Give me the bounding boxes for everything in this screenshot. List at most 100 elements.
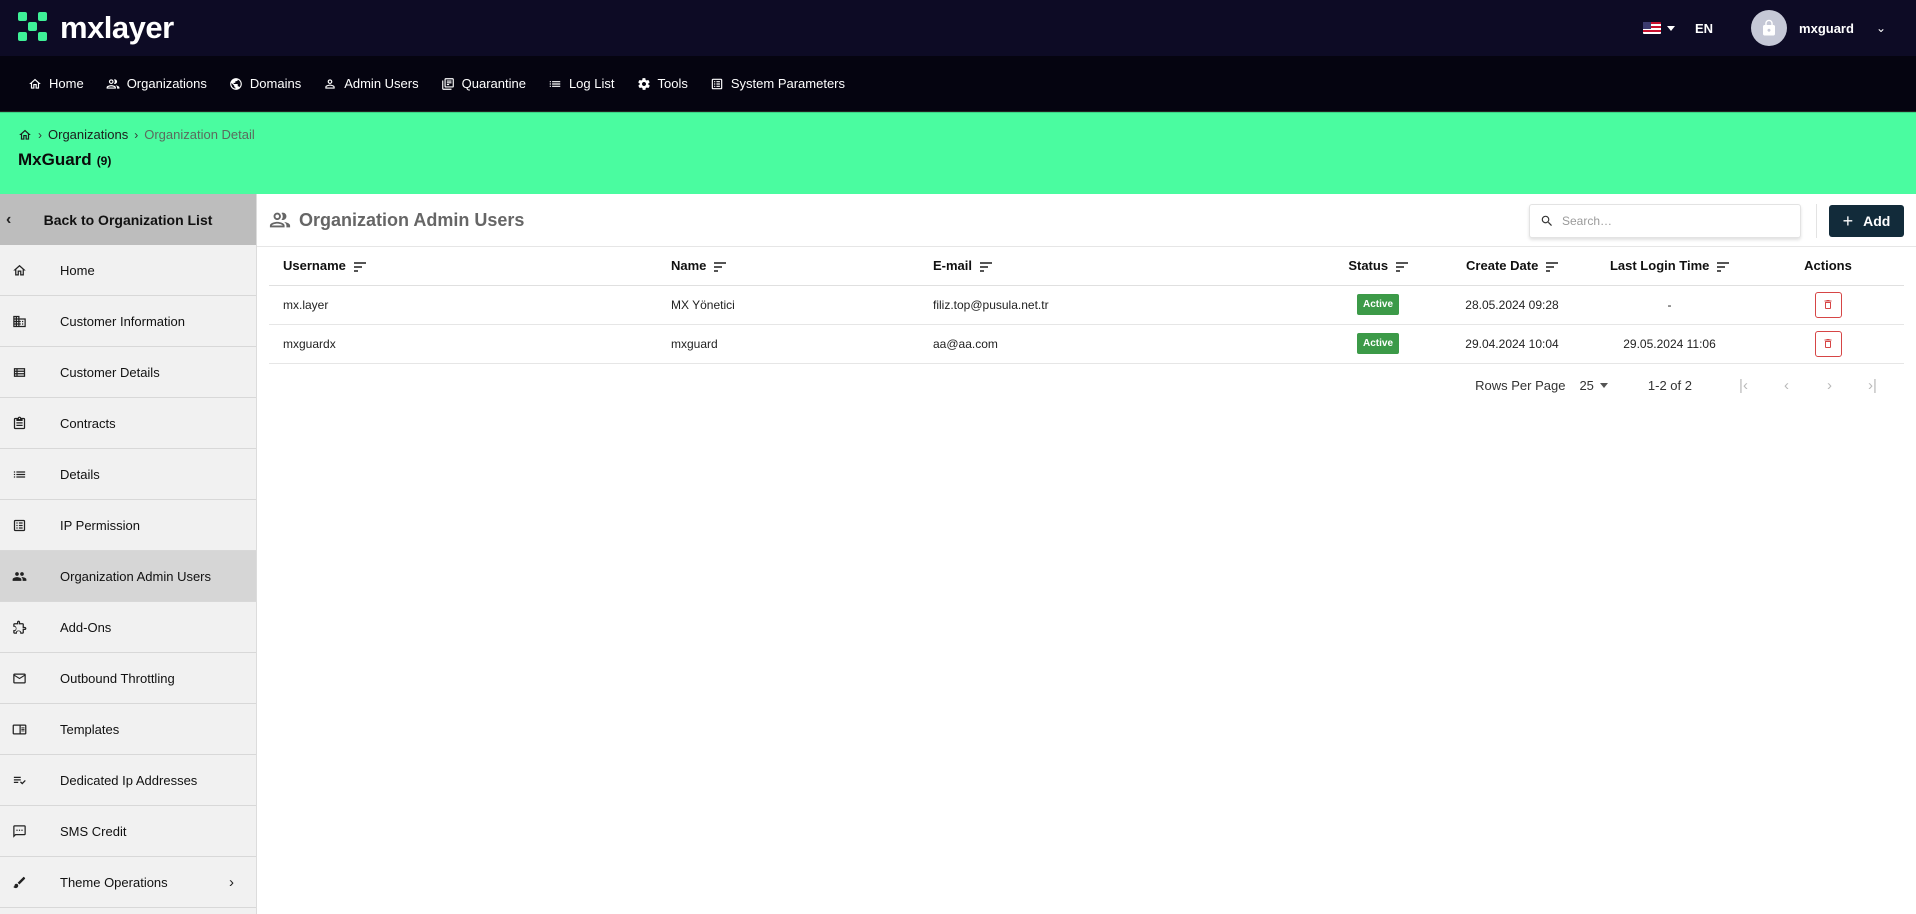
cell-email: aa@aa.com xyxy=(919,324,1319,364)
column-name[interactable]: Name xyxy=(657,247,919,286)
sidebar-item-label: Details xyxy=(60,466,100,482)
cell-actions xyxy=(1752,285,1904,325)
cell-name: MX Yönetici xyxy=(657,285,919,325)
nav-home[interactable]: Home xyxy=(28,76,84,91)
gear-icon xyxy=(637,77,650,90)
user-name[interactable]: mxguard xyxy=(1799,21,1854,36)
sidebar-item-theme-operations[interactable]: Theme Operations › xyxy=(0,857,256,908)
sidebar-item-label: Customer Information xyxy=(60,313,185,329)
sidebar-item-dedicated-ip-addresses[interactable]: Dedicated Ip Addresses xyxy=(0,755,256,806)
status-badge: Active xyxy=(1356,333,1399,354)
sidebar-item-label: Theme Operations xyxy=(60,874,168,890)
nav-admin-users[interactable]: Admin Users xyxy=(323,76,419,91)
cell-last-login: - xyxy=(1587,285,1752,325)
back-label: Back to Organization List xyxy=(43,211,213,228)
language-code: EN xyxy=(1694,20,1714,36)
nav-quarantine[interactable]: Quarantine xyxy=(441,76,526,91)
sort-icon xyxy=(353,262,366,272)
template-icon xyxy=(12,724,27,734)
column-last-login-time[interactable]: Last Login Time xyxy=(1587,247,1752,286)
us-flag-icon xyxy=(1642,22,1661,34)
search-field[interactable] xyxy=(1529,204,1801,238)
page-range: 1-2 of 2 xyxy=(1647,378,1692,393)
back-to-organization-list-button[interactable]: ‹ Back to Organization List xyxy=(0,194,256,245)
home-icon[interactable] xyxy=(18,128,32,142)
section-title-text: Organization Admin Users xyxy=(299,209,525,230)
column-username[interactable]: Username xyxy=(269,247,657,286)
sidebar-item-contracts[interactable]: Contracts xyxy=(0,398,256,449)
nav-domains[interactable]: Domains xyxy=(229,76,301,91)
search-input[interactable] xyxy=(1562,214,1762,228)
column-label: Last Login Time xyxy=(1609,258,1710,274)
column-label: Create Date xyxy=(1466,258,1539,274)
nav-label: System Parameters xyxy=(730,76,846,91)
page-title: MxGuard (9) xyxy=(18,150,1898,170)
sidebar-item-home[interactable]: Home xyxy=(0,245,256,296)
nav-organizations[interactable]: Organizations xyxy=(106,76,207,91)
previous-page-icon[interactable]: ‹ xyxy=(1765,377,1808,394)
globe-icon xyxy=(230,77,242,90)
nav-label: Tools xyxy=(657,76,688,91)
breadcrumb-current: Organization Detail xyxy=(144,127,255,142)
section-title: Organization Admin Users xyxy=(269,209,524,231)
cell-username: mxguardx xyxy=(269,324,657,364)
home-icon xyxy=(29,78,41,89)
column-label: E-mail xyxy=(933,258,973,274)
person-icon xyxy=(325,78,335,89)
column-label: Name xyxy=(671,258,707,274)
sidebar-item-templates[interactable]: Templates xyxy=(0,704,256,755)
mail-icon xyxy=(13,673,26,683)
chevron-down-icon[interactable]: ⌄ xyxy=(1876,21,1886,35)
cell-create-date: 28.05.2024 09:28 xyxy=(1437,285,1587,325)
sidebar-item-organization-admin-users[interactable]: Organization Admin Users xyxy=(0,551,256,602)
breadcrumb-organizations[interactable]: Organizations xyxy=(48,127,128,142)
sidebar-item-add-ons[interactable]: Add-Ons xyxy=(0,602,256,653)
sidebar-item-customer-information[interactable]: Customer Information xyxy=(0,296,256,347)
language-selector[interactable]: EN xyxy=(1642,20,1714,36)
column-email[interactable]: E-mail xyxy=(919,247,1319,286)
user-avatar[interactable] xyxy=(1751,10,1788,46)
page-header: › Organizations › Organization Detail Mx… xyxy=(0,112,1916,194)
delete-button[interactable] xyxy=(1814,330,1842,357)
nav-system-parameters[interactable]: System Parameters xyxy=(710,76,845,91)
nav-label: Quarantine xyxy=(461,76,526,91)
caret-down-icon xyxy=(1666,25,1675,31)
logo[interactable]: mxlayer xyxy=(18,10,174,46)
nav-tools[interactable]: Tools xyxy=(637,76,688,91)
sidebar-item-label: Customer Details xyxy=(60,364,160,380)
next-page-icon[interactable]: › xyxy=(1808,377,1851,394)
first-page-icon[interactable]: |‹ xyxy=(1722,377,1765,394)
rows-per-page-value: 25 xyxy=(1579,378,1594,393)
checklist-icon xyxy=(13,776,26,784)
chevron-right-icon: › xyxy=(229,873,234,891)
cell-email: filiz.top@pusula.net.tr xyxy=(919,285,1319,325)
sidebar-item-customer-details[interactable]: Customer Details xyxy=(0,347,256,398)
chevron-right-icon: › xyxy=(134,127,139,142)
sidebar-item-label: Contracts xyxy=(60,415,116,431)
sidebar-item-details[interactable]: Details xyxy=(0,449,256,500)
nav-log-list[interactable]: Log List xyxy=(548,76,615,91)
table-icon xyxy=(13,367,26,377)
column-status[interactable]: Status xyxy=(1319,247,1437,286)
sidebar-item-outbound-throttling[interactable]: Outbound Throttling xyxy=(0,653,256,704)
last-page-icon[interactable]: ›| xyxy=(1851,377,1894,394)
org-count: (9) xyxy=(96,154,112,168)
logo-text: mxlayer xyxy=(60,10,174,45)
cell-last-login: 29.05.2024 11:06 xyxy=(1587,324,1752,364)
delete-button[interactable] xyxy=(1814,291,1842,318)
cell-username: mx.layer xyxy=(269,285,657,325)
sort-icon xyxy=(714,262,727,272)
column-label: Username xyxy=(283,258,346,274)
people-icon xyxy=(106,78,120,89)
caret-down-icon xyxy=(1599,383,1608,388)
admin-users-table: Username Name E-mail Status Create Date … xyxy=(269,247,1904,364)
add-button[interactable]: + Add xyxy=(1829,205,1904,237)
rows-per-page-select[interactable]: 25 xyxy=(1579,378,1608,393)
sidebar-item-sms-credit[interactable]: SMS Credit xyxy=(0,806,256,857)
lock-icon xyxy=(1763,19,1776,36)
column-create-date[interactable]: Create Date xyxy=(1437,247,1587,286)
table-row: mx.layer MX Yönetici filiz.top@pusula.ne… xyxy=(269,285,1904,325)
pagination: Rows Per Page 25 1-2 of 2 |‹ ‹ › ›| xyxy=(269,364,1904,408)
add-button-label: Add xyxy=(1863,213,1891,229)
sidebar-item-ip-permission[interactable]: IP Permission xyxy=(0,500,256,551)
